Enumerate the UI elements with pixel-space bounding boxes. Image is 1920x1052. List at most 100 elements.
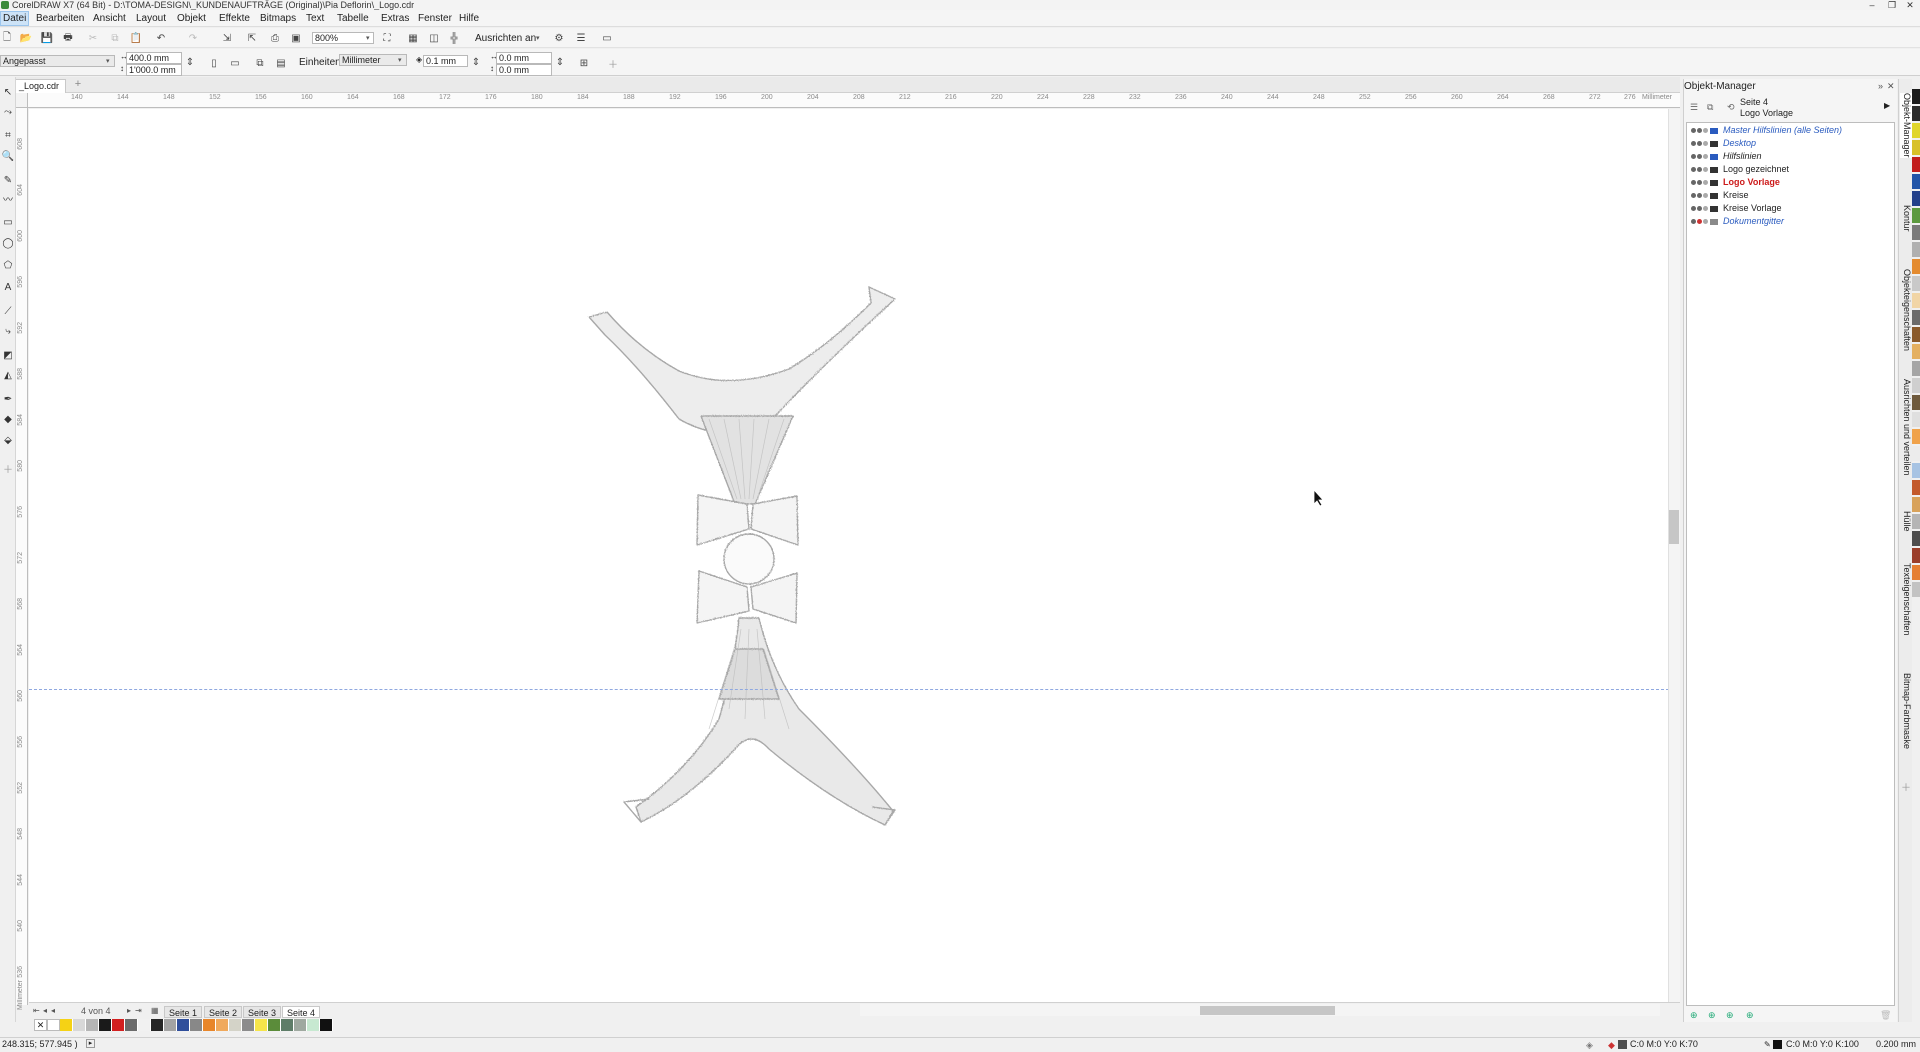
page-tab-seite-1[interactable]: Seite 1 xyxy=(164,1006,203,1018)
snap-to-dropdown[interactable]: Ausrichten an xyxy=(475,33,536,44)
page-width-field[interactable]: 400.0 mm xyxy=(126,52,182,64)
parallel-dimension-icon[interactable]: ⟋ xyxy=(1,305,15,319)
zoom-level-field[interactable]: 800% xyxy=(312,32,374,44)
save-icon[interactable]: 💾 xyxy=(40,31,54,45)
horizontal-scroll-thumb[interactable] xyxy=(1200,1006,1335,1015)
minimize-button[interactable]: – xyxy=(1862,0,1882,10)
ellipse-tool-icon[interactable]: ◯ xyxy=(1,237,15,251)
document-tab[interactable]: _Logo.cdr xyxy=(12,79,67,93)
menu-bitmaps[interactable]: Bitmaps xyxy=(260,13,296,24)
palette-swatch[interactable] xyxy=(1912,429,1920,444)
page-height-field[interactable]: 1'000.0 mm xyxy=(126,64,182,76)
add-icon[interactable]: ＋ xyxy=(606,56,620,71)
palette-swatch[interactable] xyxy=(242,1019,255,1031)
palette-swatch[interactable] xyxy=(1912,497,1920,512)
palette-swatch[interactable] xyxy=(1912,514,1920,529)
palette-swatch[interactable] xyxy=(1912,106,1920,121)
duplicate-spinner-icon[interactable]: ⇕ xyxy=(553,55,567,69)
preset-dropdown-icon[interactable]: ▾ xyxy=(106,57,110,65)
menu-hilfe[interactable]: Hilfe xyxy=(459,13,479,24)
palette-swatch[interactable] xyxy=(1912,225,1920,240)
artistic-media-icon[interactable]: 〰 xyxy=(1,194,15,208)
palette-swatch[interactable] xyxy=(125,1019,138,1031)
printer-icon[interactable] xyxy=(1697,141,1702,147)
duplicate-x-field[interactable]: 0.0 mm xyxy=(496,52,552,64)
horizontal-guideline[interactable] xyxy=(29,689,1669,690)
palette-swatch[interactable] xyxy=(294,1019,307,1031)
nudge-spinner-icon[interactable]: ⇕ xyxy=(469,55,483,69)
maximize-button[interactable]: ❐ xyxy=(1882,0,1902,10)
palette-swatch[interactable] xyxy=(1912,480,1920,495)
portrait-icon[interactable]: ▯ xyxy=(207,56,221,70)
palette-swatch[interactable] xyxy=(1912,140,1920,155)
eye-icon[interactable] xyxy=(1691,193,1696,199)
import-icon[interactable]: ⇲ xyxy=(220,31,234,45)
app-options-icon[interactable]: ☰ xyxy=(574,31,588,45)
palette-swatch[interactable] xyxy=(1912,582,1920,597)
palette-swatch[interactable] xyxy=(268,1019,281,1031)
rectangle-tool-icon[interactable]: ▭ xyxy=(1,216,15,230)
lock-icon[interactable] xyxy=(1703,180,1708,186)
app-launcher-icon[interactable]: ▣ xyxy=(289,31,303,45)
layer-item[interactable]: Logo gezeichnet xyxy=(1691,163,1789,175)
lock-icon[interactable] xyxy=(1703,219,1708,225)
show-grid-icon[interactable]: ◫ xyxy=(427,31,441,45)
drop-shadow-icon[interactable]: ◩ xyxy=(1,349,15,363)
eye-icon[interactable] xyxy=(1691,206,1696,212)
layer-manager-view-icon[interactable]: ☰ xyxy=(1690,102,1698,113)
menu-ansicht[interactable]: Ansicht xyxy=(93,13,126,24)
palette-swatch[interactable] xyxy=(190,1019,203,1031)
menu-tabelle[interactable]: Tabelle xyxy=(337,13,369,24)
palette-swatch[interactable] xyxy=(1912,89,1920,104)
zoom-tool-icon[interactable]: 🔍 xyxy=(1,150,15,164)
add-tool-icon[interactable]: ＋ xyxy=(1,464,15,478)
cut-icon[interactable]: ✂ xyxy=(86,31,100,45)
ruler-origin[interactable] xyxy=(16,93,28,108)
menu-layout[interactable]: Layout xyxy=(136,13,166,24)
eye-icon[interactable] xyxy=(1691,219,1696,225)
nudge-distance-field[interactable]: 0.1 mm xyxy=(423,55,468,67)
palette-swatch[interactable] xyxy=(1912,412,1920,427)
add-page-icon[interactable]: ▦ xyxy=(151,1006,159,1015)
redo-icon[interactable]: ↷ xyxy=(186,31,200,45)
publish-pdf-icon[interactable]: ⎙ xyxy=(268,31,282,45)
lock-icon[interactable] xyxy=(1703,141,1708,147)
lock-icon[interactable] xyxy=(1703,128,1708,134)
copy-icon[interactable]: ⧉ xyxy=(108,31,122,45)
palette-swatch[interactable] xyxy=(1912,463,1920,478)
palette-swatch[interactable] xyxy=(1912,310,1920,325)
vertical-scrollbar[interactable] xyxy=(1668,109,1680,1002)
options-icon[interactable]: ⚙ xyxy=(552,31,566,45)
printer-icon[interactable] xyxy=(1697,154,1702,160)
palette-swatch[interactable] xyxy=(216,1019,229,1031)
next-page-icon[interactable]: ▸ xyxy=(127,1006,131,1015)
palette-swatch[interactable] xyxy=(1912,242,1920,257)
palette-swatch[interactable] xyxy=(1912,361,1920,376)
eyedropper-tool-icon[interactable]: ✒ xyxy=(1,393,15,407)
printer-icon[interactable] xyxy=(1697,128,1702,134)
palette-swatch[interactable] xyxy=(1912,378,1920,393)
docker-collapse-icon[interactable]: » xyxy=(1878,81,1883,91)
new-master-layer-even-icon[interactable]: ⊕ xyxy=(1746,1010,1754,1021)
page-tab-seite-3[interactable]: Seite 3 xyxy=(243,1006,282,1018)
palette-swatch[interactable] xyxy=(1912,276,1920,291)
layer-item[interactable]: Hilfslinien xyxy=(1691,150,1762,162)
pick-tool-icon[interactable]: ↖ xyxy=(1,86,15,100)
palette-swatch[interactable] xyxy=(1912,191,1920,206)
drawing-canvas[interactable] xyxy=(29,109,1669,1002)
eye-icon[interactable] xyxy=(1691,128,1696,134)
docker-tab-objekt-manager[interactable]: Objekt-Manager xyxy=(1900,93,1912,158)
text-tool-icon[interactable]: A xyxy=(1,281,15,295)
docker-menu-icon[interactable]: ▶ xyxy=(1884,101,1890,110)
lock-icon[interactable] xyxy=(1703,167,1708,173)
palette-swatch[interactable] xyxy=(1912,208,1920,223)
page-layout-icon[interactable]: ⊞ xyxy=(577,56,591,70)
printer-icon[interactable] xyxy=(1697,167,1702,173)
printer-icon[interactable] xyxy=(1697,193,1702,199)
crop-tool-icon[interactable]: ⌗ xyxy=(1,129,15,143)
palette-swatch[interactable] xyxy=(255,1019,268,1031)
smart-fill-icon[interactable]: ⬙ xyxy=(1,434,15,448)
docker-close-icon[interactable]: ✕ xyxy=(1887,81,1895,92)
eye-icon[interactable] xyxy=(1691,167,1696,173)
status-expand-icon[interactable]: ▸ xyxy=(86,1039,95,1048)
